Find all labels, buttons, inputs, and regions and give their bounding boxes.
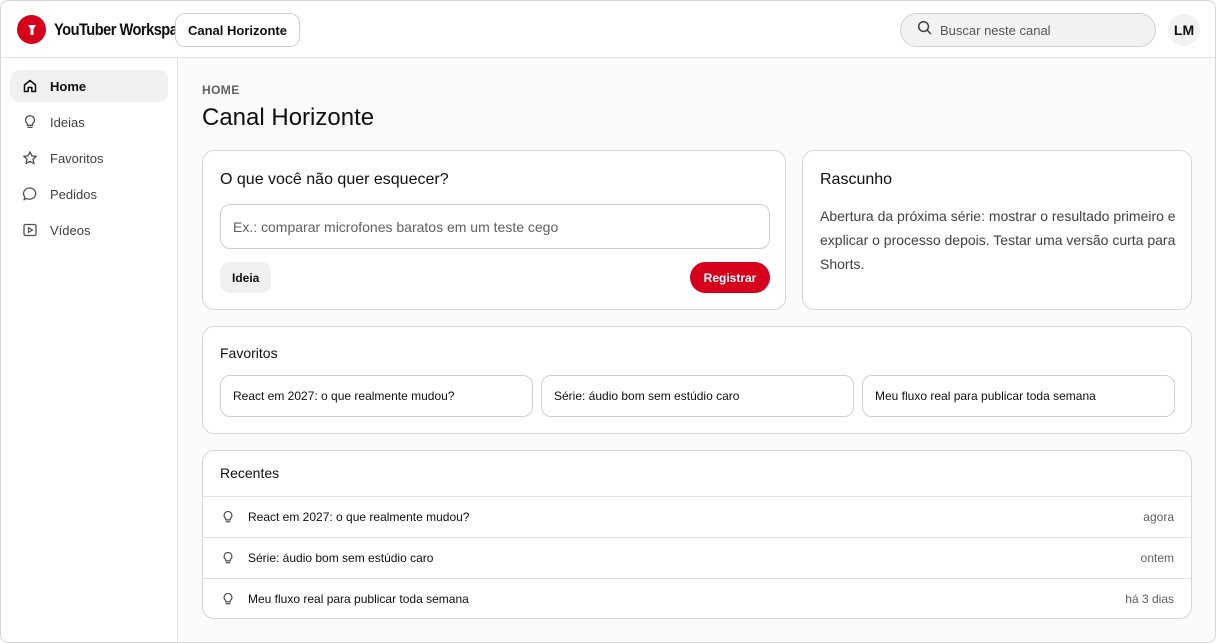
lightbulb-icon xyxy=(220,509,236,525)
quick-note-heading: O que você não quer esquecer? xyxy=(220,171,449,188)
sidebar-item-ideias[interactable]: Ideias xyxy=(10,106,168,138)
sidebar-item-home[interactable]: Home xyxy=(10,70,168,102)
recent-row[interactable]: React em 2027: o que realmente mudou? ag… xyxy=(203,496,1191,537)
sidebar-item-label: Home xyxy=(50,78,87,94)
recent-item-time: agora xyxy=(1143,510,1174,524)
draft-card: Rascunho Abertura da próxima série: most… xyxy=(802,150,1192,310)
recent-item-time: ontem xyxy=(1140,551,1174,565)
favorites-heading: Favoritos xyxy=(220,345,278,361)
user-avatar[interactable]: LM xyxy=(1168,14,1200,46)
recent-item-title: Meu fluxo real para publicar toda semana xyxy=(248,592,469,606)
sidebar-item-pedidos[interactable]: Pedidos xyxy=(10,178,168,210)
recent-item-time: há 3 dias xyxy=(1125,592,1174,606)
video-icon xyxy=(22,222,38,238)
app-window: YouTuber Workspace Canal Horizonte LM Ho… xyxy=(0,0,1216,643)
recent-row[interactable]: Série: áudio bom sem estúdio caro ontem xyxy=(203,537,1191,578)
favorites-card: Favoritos React em 2027: o que realmente… xyxy=(202,326,1192,434)
search-icon xyxy=(917,20,932,40)
recent-card: Recentes React em 2027: o que realmente … xyxy=(202,450,1192,619)
favorite-item[interactable]: Série: áudio bom sem estúdio caro xyxy=(541,375,854,417)
recent-row[interactable]: Meu fluxo real para publicar toda semana… xyxy=(203,578,1191,618)
search-input[interactable] xyxy=(940,22,1140,38)
recent-item-title: React em 2027: o que realmente mudou? xyxy=(248,510,470,524)
home-icon xyxy=(22,78,38,94)
logo-mark-icon xyxy=(17,15,46,44)
recent-heading: Recentes xyxy=(220,465,280,481)
favorite-item[interactable]: Meu fluxo real para publicar toda semana xyxy=(862,375,1175,417)
star-icon xyxy=(22,150,38,166)
favorites-list: React em 2027: o que realmente mudou? Sé… xyxy=(220,375,1175,417)
quick-note-card: O que você não quer esquecer? Ideia Regi… xyxy=(202,150,786,310)
note-type-chip[interactable]: Ideia xyxy=(220,262,272,293)
quick-note-input[interactable] xyxy=(220,204,770,249)
search-box[interactable] xyxy=(900,13,1156,47)
recent-item-title: Série: áudio bom sem estúdio caro xyxy=(248,551,434,565)
breadcrumb: HOME xyxy=(202,83,240,97)
lightbulb-icon xyxy=(220,550,236,566)
sidebar: Home Ideias Favoritos Pedidos Vídeos xyxy=(1,58,178,642)
sidebar-item-videos[interactable]: Vídeos xyxy=(10,214,168,246)
page-title: Canal Horizonte xyxy=(202,104,375,131)
register-button[interactable]: Registrar xyxy=(690,262,770,293)
channel-switcher-button[interactable]: Canal Horizonte xyxy=(175,13,300,47)
draft-heading: Rascunho xyxy=(820,171,893,188)
lightbulb-icon xyxy=(220,591,236,607)
favorite-item[interactable]: React em 2027: o que realmente mudou? xyxy=(220,375,533,417)
chat-bubble-icon xyxy=(22,186,38,202)
draft-text: Abertura da próxima série: mostrar o res… xyxy=(820,208,1176,272)
lightbulb-icon xyxy=(22,114,38,130)
sidebar-item-label: Pedidos xyxy=(50,186,97,202)
recent-list: React em 2027: o que realmente mudou? ag… xyxy=(203,496,1191,618)
app-name: YouTuber Workspace xyxy=(54,19,193,39)
top-header: YouTuber Workspace Canal Horizonte LM xyxy=(1,1,1215,58)
sidebar-item-label: Favoritos xyxy=(50,150,104,166)
sidebar-item-favoritos[interactable]: Favoritos xyxy=(10,142,168,174)
sidebar-item-label: Vídeos xyxy=(50,222,91,238)
sidebar-item-label: Ideias xyxy=(50,114,85,130)
